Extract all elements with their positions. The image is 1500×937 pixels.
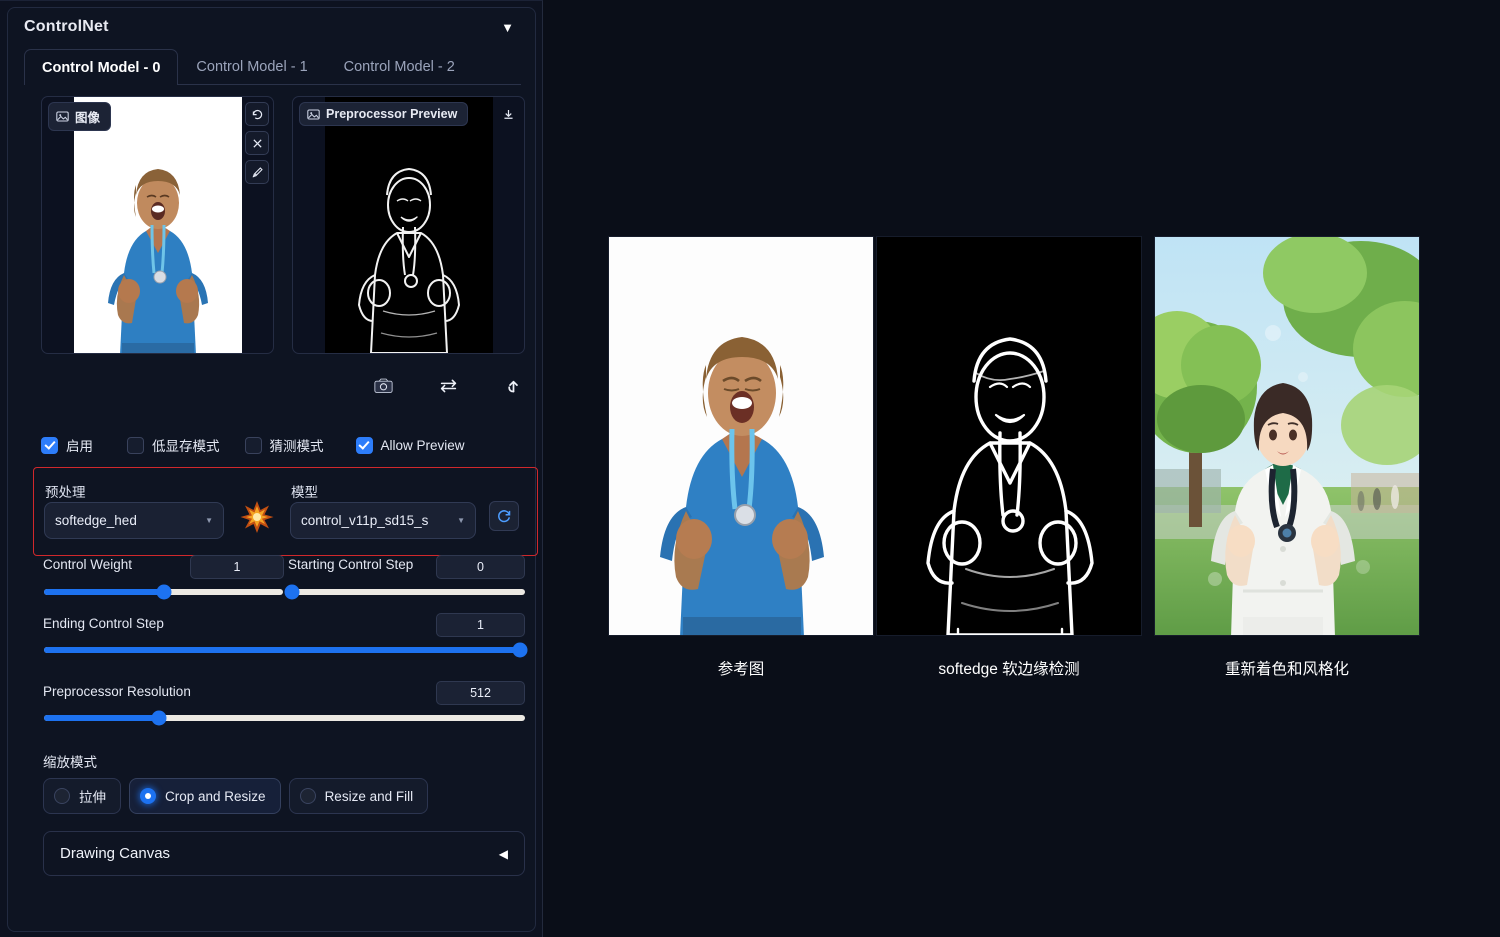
checkbox-low-vram[interactable]: 低显存模式 (127, 435, 220, 455)
slider-label-preprocessor-resolution: Preprocessor Resolution (43, 684, 191, 699)
preprocessor-model-group: 预处理 模型 softedge_hed ▼ control_v11p_sd15_… (33, 467, 538, 556)
softedge-art (877, 237, 1142, 636)
close-icon[interactable] (245, 131, 269, 155)
results-gallery: 参考图 (608, 236, 1424, 686)
radio-dot (54, 788, 70, 804)
tab-label: Control Model - 2 (344, 59, 455, 75)
drawing-canvas-label: Drawing Canvas (60, 845, 170, 862)
edit-brush-icon[interactable] (245, 160, 269, 184)
checkbox-label: Allow Preview (381, 438, 465, 453)
radio-label: Resize and Fill (325, 789, 414, 804)
checkbox-allow-preview[interactable]: Allow Preview (356, 437, 465, 454)
control-image-label: 图像 (48, 102, 111, 131)
result-item-stylized: 重新着色和风格化 (1154, 236, 1420, 679)
controlnet-header: ControlNet ▼ (8, 8, 535, 46)
tab-label: Control Model - 0 (42, 60, 160, 76)
tab-control-model-1[interactable]: Control Model - 1 (178, 49, 325, 84)
image-icon (56, 110, 69, 123)
refresh-icon (496, 508, 512, 524)
preprocessor-preview-box[interactable]: Preprocessor Preview (292, 96, 525, 354)
checkbox-enable[interactable]: 启用 (41, 435, 93, 455)
options-checkbox-row: 启用 低显存模式 猜测模式 Allow Preview (41, 432, 525, 458)
slider-preprocessor-resolution[interactable] (44, 715, 525, 721)
softedge-thumbnail (325, 97, 493, 354)
download-icon[interactable] (496, 102, 520, 126)
result-item-reference: 参考图 (608, 236, 874, 679)
explosion-icon[interactable] (238, 498, 276, 536)
control-image-label-text: 图像 (75, 107, 100, 126)
image-actions-toolbar (368, 370, 528, 400)
radio-crop-and-resize[interactable]: Crop and Resize (129, 778, 281, 814)
checkbox-box (41, 437, 58, 454)
slider-value-control-weight[interactable]: 1 (190, 555, 284, 579)
drawing-canvas-accordion[interactable]: Drawing Canvas ◀ (43, 831, 525, 876)
control-image-dropzone[interactable]: 图像 (41, 96, 274, 354)
chevron-down-icon: ▼ (457, 516, 465, 525)
tab-control-model-2[interactable]: Control Model - 2 (326, 49, 473, 84)
result-item-softedge: softedge 软边缘检测 (876, 236, 1142, 679)
image-area: 图像 (41, 96, 525, 356)
slider-label-ending-control-step: Ending Control Step (43, 616, 164, 631)
preprocessor-preview-label: Preprocessor Preview (299, 102, 468, 126)
refresh-models-button[interactable] (489, 501, 519, 531)
controlnet-panel: ControlNet ▼ Control Model - 0 Control M… (0, 0, 543, 937)
chevron-down-icon: ▼ (205, 516, 213, 525)
slider-control-weight[interactable] (44, 589, 283, 595)
reference-photo[interactable] (608, 236, 874, 636)
radio-label: Crop and Resize (165, 789, 266, 804)
model-label: 模型 (291, 481, 318, 501)
radio-dot (300, 788, 316, 804)
radio-label: 拉伸 (79, 786, 106, 806)
slider-ending-control-step[interactable] (44, 647, 525, 653)
checkbox-box (245, 437, 262, 454)
camera-icon[interactable] (368, 372, 398, 398)
radio-resize-and-fill[interactable]: Resize and Fill (289, 778, 429, 814)
resize-mode-title: 缩放模式 (43, 751, 97, 771)
upload-arrow-icon[interactable] (498, 372, 528, 398)
reference-photo-art (609, 237, 874, 636)
triangle-down-icon[interactable]: ▼ (496, 18, 519, 37)
result-caption: 重新着色和风格化 (1154, 657, 1420, 679)
tab-control-model-0[interactable]: Control Model - 0 (24, 49, 178, 85)
control-model-tabs: Control Model - 0 Control Model - 1 Cont… (24, 49, 521, 85)
reference-photo-thumbnail (74, 97, 242, 354)
slider-value-starting-control-step[interactable]: 0 (436, 555, 525, 579)
preprocessor-select[interactable]: softedge_hed ▼ (44, 502, 224, 539)
triangle-left-icon: ◀ (499, 847, 508, 861)
checkbox-box (127, 437, 144, 454)
slider-value-ending-control-step[interactable]: 1 (436, 613, 525, 637)
radio-dot (140, 788, 156, 804)
preprocessor-preview-label-text: Preprocessor Preview (326, 107, 457, 121)
stylized-art (1155, 237, 1420, 636)
page-title: ControlNet (24, 18, 109, 36)
result-caption: softedge 软边缘检测 (876, 657, 1142, 679)
controlnet-panel-body: ControlNet ▼ Control Model - 0 Control M… (7, 7, 536, 932)
image-icon (307, 108, 320, 121)
resize-mode-radio-group: 拉伸 Crop and Resize Resize and Fill (43, 778, 428, 814)
checkbox-label: 低显存模式 (152, 435, 220, 455)
stylized-result[interactable] (1154, 236, 1420, 636)
radio-stretch[interactable]: 拉伸 (43, 778, 121, 814)
tab-label: Control Model - 1 (196, 59, 307, 75)
checkbox-guess-mode[interactable]: 猜测模式 (245, 435, 324, 455)
preprocessor-value: softedge_hed (55, 513, 199, 528)
checkbox-label: 猜测模式 (270, 435, 324, 455)
result-caption: 参考图 (608, 657, 874, 679)
control-image-toolbar (245, 102, 269, 184)
checkbox-label: 启用 (66, 435, 93, 455)
preprocessor-label: 预处理 (45, 481, 86, 501)
preprocessor-preview-image (325, 97, 493, 354)
swap-horizontal-icon[interactable] (433, 372, 463, 398)
slider-value-preprocessor-resolution[interactable]: 512 (436, 681, 525, 705)
control-image-preview (74, 97, 242, 354)
slider-label-starting-control-step: Starting Control Step (288, 557, 413, 572)
slider-label-control-weight: Control Weight (43, 557, 132, 572)
slider-starting-control-step[interactable] (288, 589, 525, 595)
preprocessor-preview-toolbar (496, 102, 520, 126)
model-select[interactable]: control_v11p_sd15_s ▼ (290, 502, 476, 539)
undo-icon[interactable] (245, 102, 269, 126)
model-value: control_v11p_sd15_s (301, 513, 451, 528)
softedge-result[interactable] (876, 236, 1142, 636)
checkbox-box (356, 437, 373, 454)
